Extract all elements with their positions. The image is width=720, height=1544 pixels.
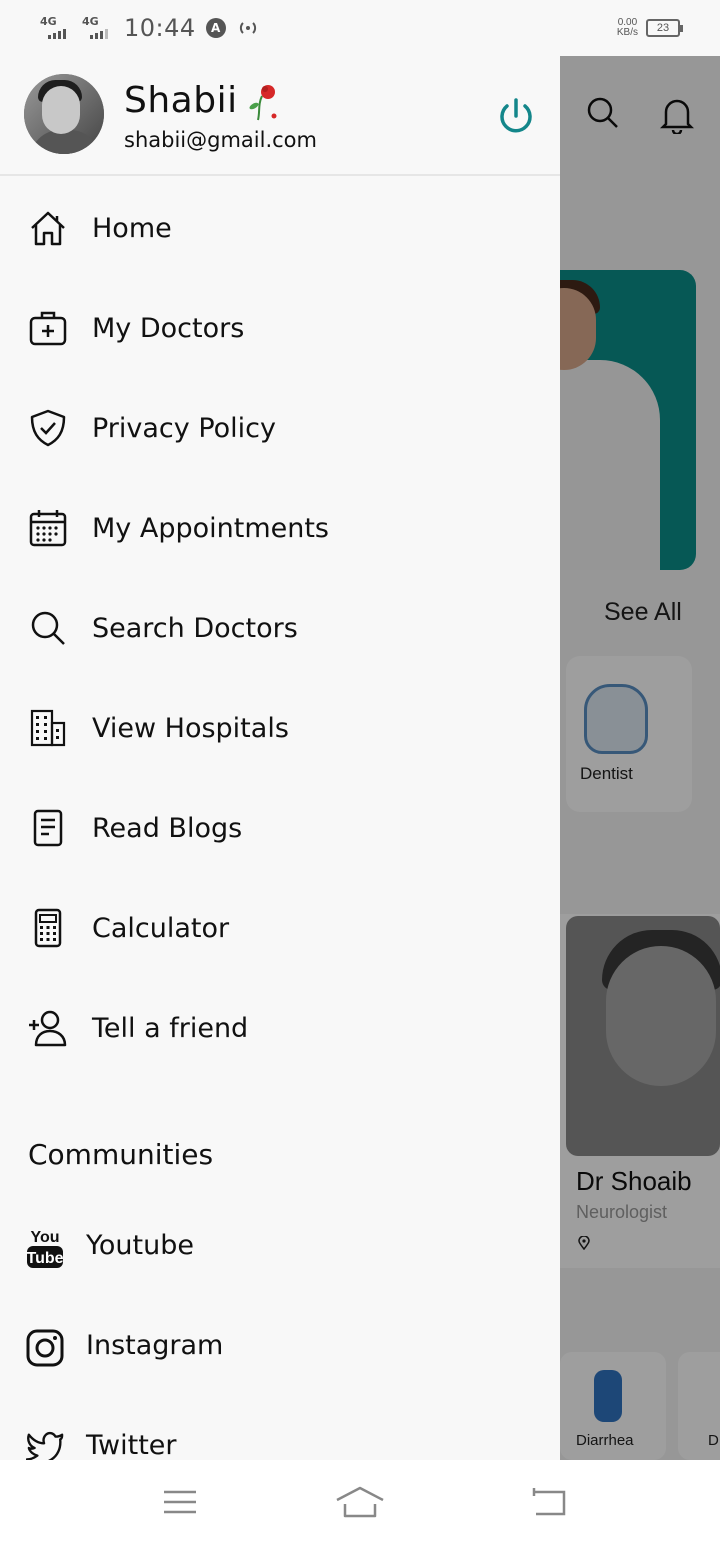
menu-item-privacy-policy[interactable]: Privacy Policy	[0, 378, 560, 478]
add-user-icon	[29, 1010, 67, 1047]
drawer-header: Shabii shabii@gmail.com	[0, 56, 560, 176]
rose-icon	[249, 85, 277, 121]
shield-check-icon	[30, 409, 66, 447]
clock: 10:44	[124, 14, 196, 42]
menu-item-home[interactable]: Home	[0, 178, 560, 278]
community-twitter[interactable]: Twitter	[0, 1396, 560, 1460]
community-label: Instagram	[86, 1330, 224, 1361]
menu-label: Privacy Policy	[92, 412, 277, 444]
menu-label: View Hospitals	[92, 712, 289, 744]
status-bar: 4G 4G 10:44 A 0.00 KB/s 23	[0, 0, 720, 56]
battery-icon: 23	[646, 19, 683, 37]
hotspot-icon	[239, 22, 256, 34]
menu-label: Home	[92, 212, 172, 244]
status-right: 0.00 KB/s 23	[616, 17, 683, 38]
network-speed: 0.00 KB/s	[616, 17, 638, 38]
community-youtube[interactable]: You Tube Youtube	[0, 1196, 560, 1296]
home-icon	[31, 211, 65, 246]
medical-bag-icon	[29, 311, 67, 346]
youtube-icon: You Tube	[26, 1229, 64, 1268]
community-label: Twitter	[86, 1430, 177, 1460]
menu-label: Read Blogs	[92, 812, 243, 844]
instagram-icon	[26, 1329, 64, 1367]
search-icon	[31, 611, 65, 645]
community-instagram[interactable]: Instagram	[0, 1296, 560, 1396]
menu-item-calculator[interactable]: Calculator	[0, 878, 560, 978]
signal-icon-2: 4G	[82, 15, 114, 41]
user-email: shabii@gmail.com	[124, 128, 317, 152]
app-notification-icon: A	[205, 18, 226, 38]
drawer-menu: Home My Doctors Privacy Policy My Appoin…	[0, 178, 560, 1078]
menu-label: Search Doctors	[92, 612, 298, 644]
user-name: Shabii	[124, 80, 238, 121]
network-type: 4G	[40, 15, 57, 28]
menu-label: Tell a friend	[92, 1012, 249, 1044]
svg-text:Tube: Tube	[26, 1250, 63, 1267]
back-icon[interactable]	[528, 1484, 568, 1520]
community-label: Youtube	[86, 1230, 194, 1261]
menu-item-my-doctors[interactable]: My Doctors	[0, 278, 560, 378]
menu-label: My Appointments	[92, 512, 330, 544]
menu-item-search-doctors[interactable]: Search Doctors	[0, 578, 560, 678]
communities-title: Communities	[28, 1138, 214, 1171]
document-icon	[33, 809, 63, 847]
avatar[interactable]	[24, 74, 104, 154]
power-icon[interactable]	[496, 96, 536, 136]
building-icon	[30, 709, 66, 747]
menu-label: Calculator	[92, 912, 230, 944]
menu-lines-icon[interactable]	[160, 1484, 200, 1520]
status-left: 4G 4G 10:44 A	[40, 14, 260, 42]
signal-icon: 4G	[40, 15, 72, 41]
calendar-icon	[29, 510, 67, 547]
menu-item-my-appointments[interactable]: My Appointments	[0, 478, 560, 578]
navigation-drawer: Shabii shabii@gmail.com Home My Doctors …	[0, 56, 560, 1460]
calculator-icon	[34, 908, 62, 948]
home-outline-icon[interactable]	[334, 1484, 386, 1520]
menu-item-view-hospitals[interactable]: View Hospitals	[0, 678, 560, 778]
network-type-2: 4G	[82, 15, 99, 28]
system-nav-bar	[0, 1460, 720, 1544]
screen: 4G 4G 10:44 A 0.00 KB/s 23 See All Denti…	[0, 0, 720, 1544]
menu-label: My Doctors	[92, 312, 245, 344]
twitter-icon	[26, 1431, 64, 1460]
menu-item-tell-a-friend[interactable]: Tell a friend	[0, 978, 560, 1078]
menu-item-read-blogs[interactable]: Read Blogs	[0, 778, 560, 878]
svg-text:You: You	[30, 1229, 59, 1246]
